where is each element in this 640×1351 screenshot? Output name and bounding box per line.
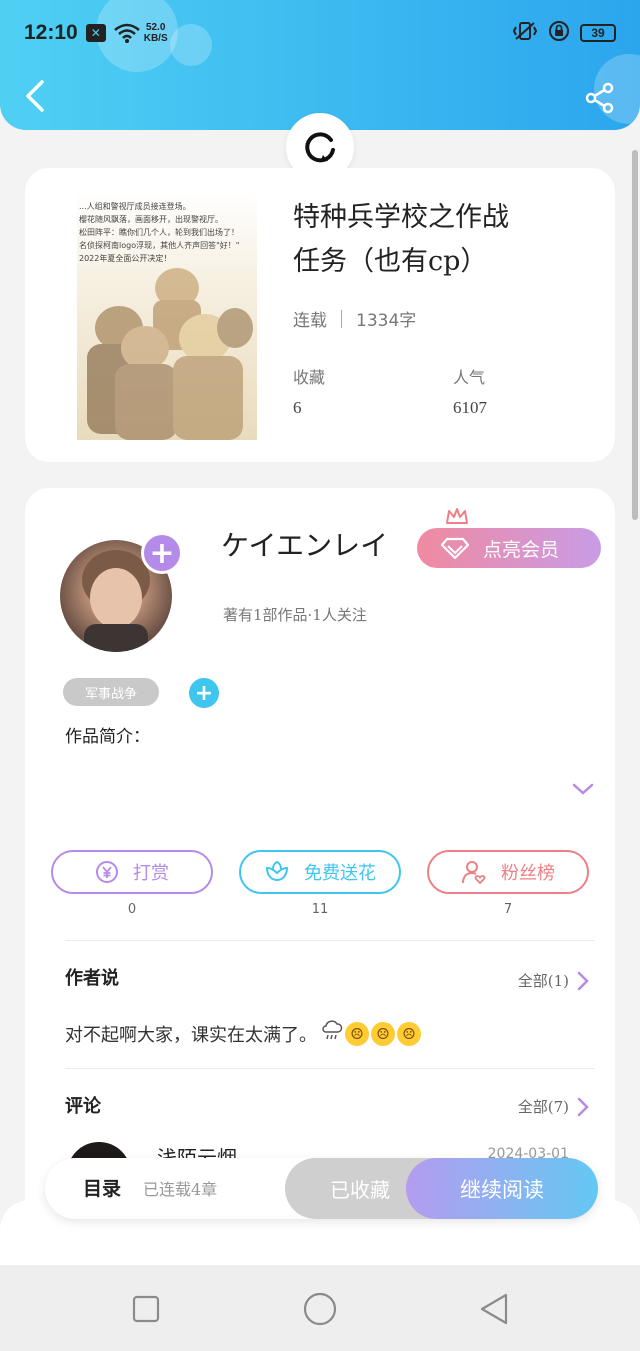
back-button[interactable] xyxy=(22,78,52,114)
net-speed-unit: KB/S xyxy=(143,33,168,44)
flower-icon xyxy=(265,860,289,882)
comments-all-label: 全部(7) xyxy=(517,1098,569,1116)
sad-face-icon: ☹ xyxy=(345,1021,369,1046)
yen-icon xyxy=(96,861,118,883)
cover-illustration xyxy=(87,268,253,440)
tip-count: 0 xyxy=(127,902,137,917)
send-flower-button[interactable]: 免费送花 xyxy=(239,850,401,894)
continue-reading-label: 继续阅读 xyxy=(460,1177,544,1202)
sad-face-icon: ☹ xyxy=(371,1021,395,1046)
back-nav-icon[interactable] xyxy=(478,1292,510,1326)
fan-count: 7 xyxy=(503,902,513,917)
intro-label: 作品简介： xyxy=(65,727,150,747)
recents-icon[interactable] xyxy=(132,1295,160,1323)
net-speed: 52.0 KB/S xyxy=(144,22,168,44)
chapter-count: 已连载4章 xyxy=(143,1180,218,1199)
fan-icon xyxy=(462,861,486,885)
battery-icon: 39 xyxy=(580,24,616,42)
fan-ranking-button-label: 粉丝榜 xyxy=(501,863,555,884)
vip-button[interactable]: 点亮会员 xyxy=(417,528,601,568)
continue-reading-button[interactable]: 继续阅读 xyxy=(406,1158,598,1219)
divider xyxy=(341,309,342,328)
author-card: + ケイエンレイ 点亮会员 著有1部作品·1人关注 军事战争 + 作品简介： 打… xyxy=(25,488,615,1248)
vibrate-icon xyxy=(512,21,538,45)
flower-count: 11 xyxy=(311,902,329,917)
chevron-right-icon xyxy=(577,971,589,990)
favorited-button-label: 已收藏 xyxy=(330,1178,390,1202)
book-status-row: 连载 1334字 xyxy=(293,306,416,331)
favorites-value: 6 xyxy=(293,398,302,417)
reading-action-bar: 目录 已连载4章 已收藏 继续阅读 xyxy=(45,1158,598,1219)
rain-cloud-icon xyxy=(321,1020,343,1047)
divider xyxy=(65,1068,595,1069)
author-meta: 著有1部作品·1人关注 xyxy=(223,606,367,624)
divider xyxy=(65,940,595,941)
tip-button-label: 打赏 xyxy=(133,863,169,884)
status-right-group: 39 xyxy=(512,20,616,46)
author-says-all-link[interactable]: 全部(1) xyxy=(518,970,589,991)
follow-author-button[interactable]: + xyxy=(141,532,183,574)
author-says-content: 对不起啊大家，课实在太满了。 ☹ ☹ ☹ xyxy=(65,1020,421,1047)
share-button[interactable] xyxy=(584,82,616,114)
serial-status: 连载 xyxy=(293,311,327,331)
vip-button-label: 点亮会员 xyxy=(483,538,560,561)
popularity-value: 6107 xyxy=(453,398,487,417)
sad-face-icon: ☹ xyxy=(397,1021,421,1046)
genre-tag[interactable]: 军事战争 xyxy=(63,678,159,706)
tip-button[interactable]: 打赏 xyxy=(51,850,213,894)
author-says-title: 作者说 xyxy=(65,968,119,989)
scrollbar[interactable] xyxy=(632,150,638,520)
refresh-icon xyxy=(305,132,335,163)
word-count: 1334字 xyxy=(356,311,417,331)
book-cover[interactable]: ...人组和警视厅成员接连登场。 樱花随风飘落，画面移开，出现警视厅。 松田阵平… xyxy=(77,188,257,440)
fan-ranking-button[interactable]: 粉丝榜 xyxy=(427,850,589,894)
favorites-label: 收藏 xyxy=(293,368,326,387)
author-name[interactable]: ケイエンレイ xyxy=(221,524,388,564)
popularity-label: 人气 xyxy=(453,368,486,387)
toc-button[interactable]: 目录 xyxy=(83,1174,121,1201)
author-says-all-label: 全部(1) xyxy=(517,972,569,990)
book-title: 特种兵学校之作战 任务（也有cp） xyxy=(293,196,593,284)
wifi-icon xyxy=(113,23,140,43)
comments-title: 评论 xyxy=(65,1096,101,1117)
chevron-down-icon[interactable] xyxy=(571,782,595,796)
crown-icon xyxy=(446,508,468,524)
author-says-text: 对不起啊大家，课实在太满了。 xyxy=(65,1024,317,1046)
x-notification-icon: ✕ xyxy=(85,24,106,42)
book-title-line: 任务（也有cp） xyxy=(293,246,488,277)
book-info-card: ...人组和警视厅成员接连登场。 樱花随风飘落，画面移开，出现警视厅。 松田阵平… xyxy=(25,168,615,462)
share-icon xyxy=(585,82,614,114)
book-title-line: 特种兵学校之作战 xyxy=(293,202,509,233)
status-bar: 12:10 ✕ 52.0 KB/S 39 xyxy=(24,18,616,48)
comments-all-link[interactable]: 全部(7) xyxy=(518,1096,589,1117)
send-flower-button-label: 免费送花 xyxy=(304,863,376,884)
lock-rotation-icon xyxy=(548,20,570,46)
app-header: 12:10 ✕ 52.0 KB/S 39 xyxy=(0,0,640,130)
diamond-icon xyxy=(441,537,469,559)
net-speed-value: 52.0 xyxy=(145,22,166,33)
add-tag-button[interactable]: + xyxy=(189,678,219,708)
chevron-right-icon xyxy=(577,1097,589,1116)
chevron-left-icon xyxy=(26,80,44,112)
home-icon[interactable] xyxy=(302,1291,338,1327)
system-nav-bar xyxy=(0,1265,640,1351)
status-time: 12:10 xyxy=(24,21,78,44)
